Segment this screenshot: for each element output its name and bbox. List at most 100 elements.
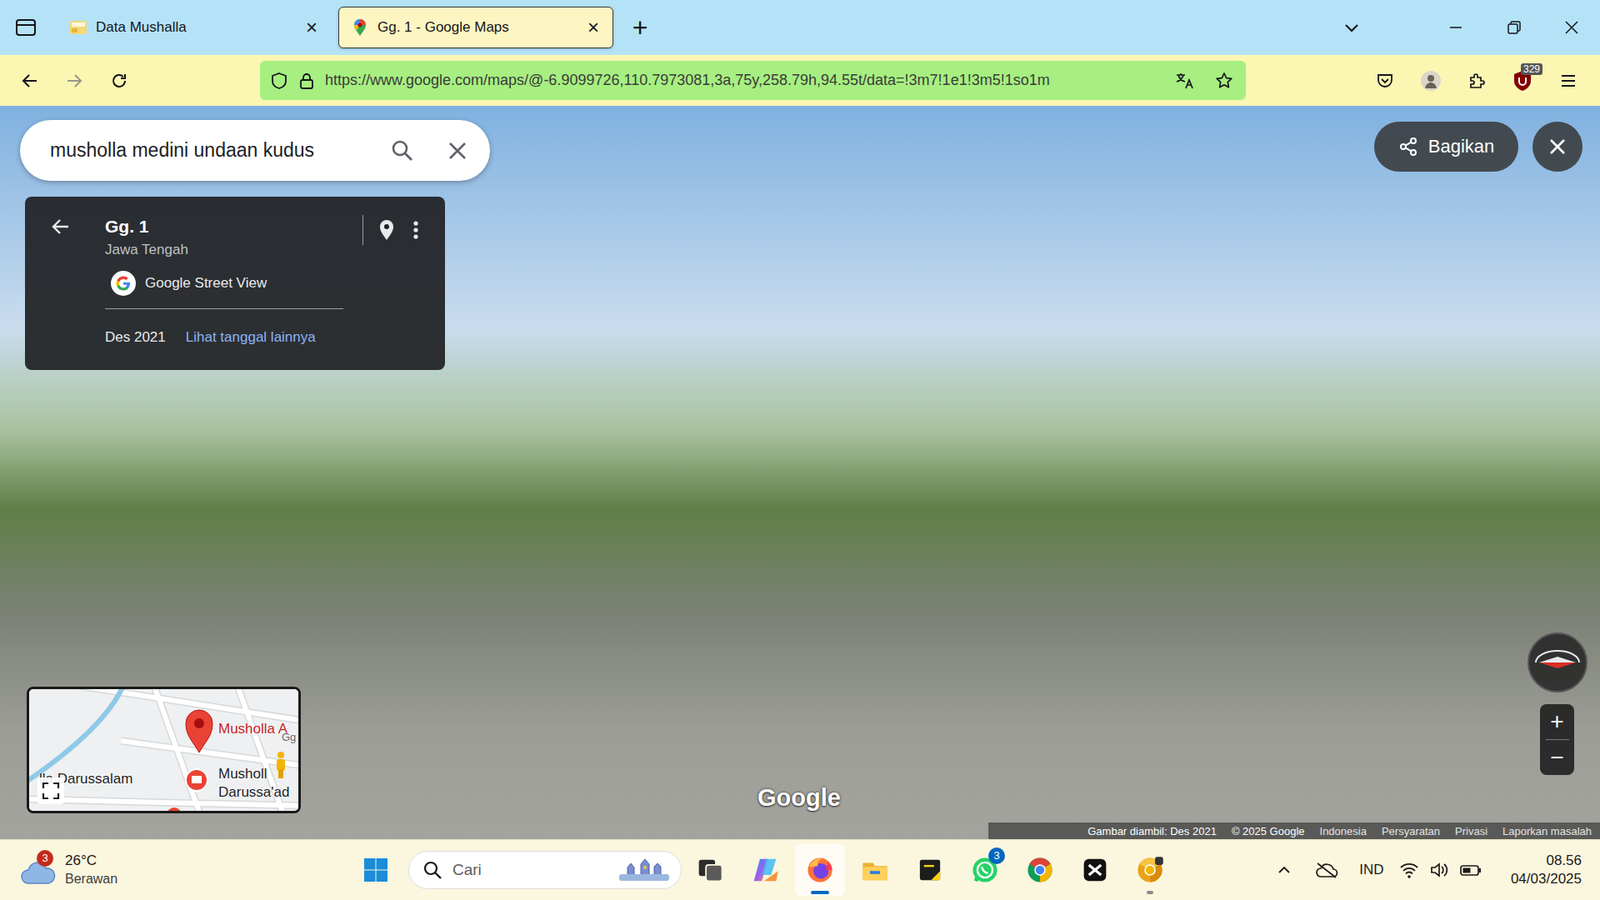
street-view: musholla medini undaan kudus Gg. 1Jawa Te… [0,105,1600,840]
back-arrow-icon [50,215,72,238]
place-info: Gg. 1Jawa Tengah Google Street View Des 20… [105,215,363,354]
taskbar-app-button[interactable] [850,844,900,896]
search-box[interactable]: musholla medini undaan kudus [20,120,490,181]
windows-logo-icon [363,857,389,883]
place-title: Gg. 1 [105,215,363,239]
onedrive-button[interactable] [1307,851,1346,889]
taskbar-app-button[interactable] [685,844,735,896]
browser-tab[interactable]: Data Mushalla × [56,6,332,49]
taskbar-search[interactable]: Cari [408,850,682,890]
attribution-bar: Gambar diambil: Des 2021© 2025 GoogleInd… [988,822,1600,840]
tab-list-icon [14,15,38,40]
minimap[interactable]: Musholla Alla DarussalamMushollDarussa'a… [26,686,301,814]
taskbar-app-button[interactable]: 3 [960,844,1010,896]
search-highlight-icon [615,857,673,883]
map-label: Darussa'ad [218,784,290,801]
close-icon [1548,137,1567,156]
tab-title: Data Mushalla [95,19,295,36]
attribution-text: Gambar diambil: Des 2021 [1087,825,1217,838]
search-icon[interactable] [390,138,415,164]
close-street-view-button[interactable] [1532,121,1583,172]
navigation-toolbar: https://www.google.com/maps/@-6.9099726,… [0,55,1600,106]
chevron-up-icon [1276,862,1292,878]
clear-icon[interactable] [446,140,469,162]
footer-link[interactable]: Privasi [1455,825,1488,838]
new-tab-button[interactable]: + [621,9,659,46]
close-window-button[interactable] [1543,9,1600,46]
tab-close-button[interactable]: × [302,17,321,38]
menu-button[interactable] [1546,62,1590,100]
reload-button[interactable] [100,62,138,100]
source-row: Google Street View [110,270,363,297]
tab-list-button[interactable] [13,9,39,46]
minimize-button[interactable] [1426,9,1485,46]
search-icon [422,860,443,880]
taskbar-app-button[interactable] [795,844,845,896]
date-row: Des 2021Lihat tanggal lainnya [105,329,363,346]
hamburger-icon [1559,71,1578,90]
url-text[interactable]: https://www.google.com/maps/@-6.9099726,… [325,71,1158,90]
tracking-shield-icon[interactable] [270,71,289,90]
zoom-out-button[interactable]: − [1540,740,1575,775]
pin-button[interactable] [373,215,400,245]
footer-link[interactable]: Laporkan masalah [1502,825,1592,838]
puzzle-icon [1466,70,1487,91]
more-dates-link[interactable]: Lihat tanggal lainnya [185,329,316,346]
compass-button[interactable] [1527,632,1588,693]
compass-icon [1534,645,1581,680]
ublock-button[interactable]: 329 [1500,62,1545,100]
forward-button [55,62,93,100]
expand-minimap-button[interactable] [37,777,65,805]
search-input[interactable]: musholla medini undaan kudus [50,139,379,162]
footer-link[interactable]: Indonesia [1320,825,1367,838]
battery-icon [1459,860,1483,880]
tab-close-button[interactable]: × [584,17,603,38]
avatar-icon [1420,70,1442,92]
more-button[interactable] [403,215,429,245]
taskbar-apps: Cari 3 [356,844,1175,896]
place-subtitle: Jawa Tengah [105,240,363,260]
translate-icon[interactable] [1174,70,1196,91]
notification-badge: 3 [36,850,54,867]
taskbar: 326°CBerawan Cari 3 IND 08.5604/03/2025 [0,839,1600,900]
minimize-icon [1447,19,1465,36]
taskbar-app-button[interactable] [740,844,790,896]
show-hidden-icons-button[interactable] [1267,851,1301,889]
restore-button[interactable] [1485,9,1544,46]
language-button[interactable]: IND [1350,851,1393,889]
footer-link[interactable]: Persyaratan [1381,825,1440,838]
share-button[interactable]: Bagikan [1374,121,1519,172]
canary-icon [1135,855,1165,885]
pegman-icon [274,750,288,780]
start-button[interactable] [356,850,395,890]
back-button[interactable] [50,215,79,239]
tab-overflow-button[interactable] [1330,9,1373,46]
maps-favicon [350,18,370,37]
wifi-icon [1399,860,1420,880]
pocket-button[interactable] [1363,62,1407,100]
close-icon [1563,19,1580,36]
cloud-off-icon [1315,860,1339,880]
zoom-in-button[interactable]: + [1540,704,1575,740]
quick-settings[interactable] [1399,860,1483,880]
pin-icon [377,219,396,241]
back-button[interactable] [11,62,49,100]
map-label: Musholla A [218,720,288,738]
address-bar[interactable]: https://www.google.com/maps/@-6.9099726,… [260,60,1246,100]
tab-title: Gg. 1 - Google Maps [377,19,576,36]
taskbar-app-button[interactable] [1125,844,1175,896]
taskbar-app-button[interactable] [1070,844,1120,896]
taskbar-app-button[interactable] [1015,844,1065,896]
extensions-button[interactable] [1455,62,1499,100]
notes-icon [915,855,945,885]
weather-widget[interactable]: 326°CBerawan [0,851,357,889]
bookmark-star-icon[interactable] [1214,70,1235,91]
lock-icon[interactable] [298,71,315,90]
clock[interactable]: 08.5604/03/2025 [1510,851,1582,889]
divider [362,215,364,245]
taskview-icon [695,855,725,885]
browser-tab[interactable]: Gg. 1 - Google Maps × [338,6,614,49]
taskbar-app-button[interactable] [905,844,955,896]
chevron-down-icon [1342,18,1361,37]
account-button[interactable] [1409,62,1453,100]
